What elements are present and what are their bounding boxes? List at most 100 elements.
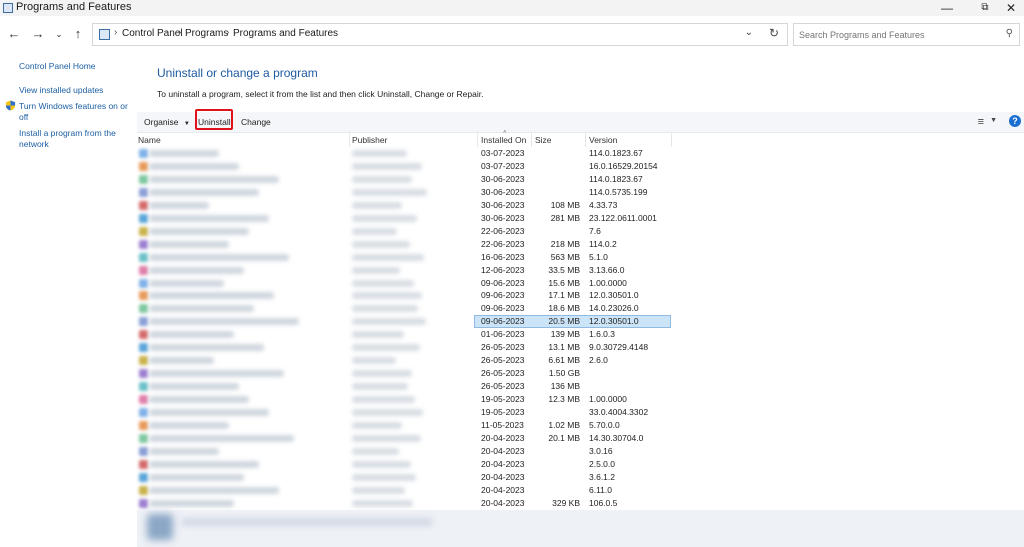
program-publisher-blurred bbox=[352, 305, 418, 313]
table-row[interactable]: 09-06-2023 15.6 MB 1.00.0000 bbox=[137, 277, 1024, 290]
size-cell: 20.1 MB bbox=[548, 432, 580, 443]
refresh-icon[interactable]: ↻ bbox=[769, 26, 779, 40]
title-bar: Programs and Features — ⧉ ✕ bbox=[0, 0, 1024, 16]
table-row[interactable]: 20-04-2023 3.0.16 bbox=[137, 445, 1024, 458]
table-row[interactable]: 03-07-2023 114.0.1823.67 bbox=[137, 147, 1024, 160]
table-row[interactable]: 19-05-2023 12.3 MB 1.00.0000 bbox=[137, 393, 1024, 406]
table-row[interactable]: 12-06-2023 33.5 MB 3.13.66.0 bbox=[137, 264, 1024, 277]
chevron-right-icon: › bbox=[178, 27, 182, 38]
program-icon bbox=[139, 446, 148, 456]
address-bar[interactable]: › Control Panel › Programs › Programs an… bbox=[92, 23, 788, 46]
installed-on-cell: 30-06-2023 bbox=[481, 173, 525, 184]
page-title: Uninstall or change a program bbox=[157, 66, 318, 80]
size-cell: 13.1 MB bbox=[548, 342, 580, 353]
program-publisher-blurred bbox=[352, 344, 420, 352]
chevron-down-icon[interactable]: ▼ bbox=[990, 117, 997, 124]
forward-arrow-icon[interactable]: → bbox=[30, 26, 46, 42]
program-name-blurred bbox=[149, 396, 249, 404]
table-row[interactable]: 20-04-2023 6.11.0 bbox=[137, 484, 1024, 497]
table-row[interactable]: 20-04-2023 20.1 MB 14.30.30704.0 bbox=[137, 432, 1024, 445]
program-publisher-blurred bbox=[352, 383, 408, 391]
breadcrumb-programs[interactable]: Programs bbox=[185, 28, 228, 39]
change-button[interactable]: Change bbox=[241, 117, 271, 127]
table-row[interactable]: 03-07-2023 16.0.16529.20154 bbox=[137, 160, 1024, 173]
table-row[interactable]: 30-06-2023 114.0.5735.199 bbox=[137, 186, 1024, 199]
program-list[interactable]: 03-07-2023 114.0.1823.67 03-07-2023 16.0.16… bbox=[137, 147, 1024, 510]
up-arrow-icon[interactable]: ↑ bbox=[70, 26, 86, 42]
table-row[interactable]: 09-06-2023 18.6 MB 14.0.23026.0 bbox=[137, 302, 1024, 315]
column-header-version[interactable]: Version bbox=[589, 135, 617, 145]
size-cell: 33.5 MB bbox=[548, 264, 580, 275]
table-row[interactable]: 11-05-2023 1.02 MB 5.70.0.0 bbox=[137, 419, 1024, 432]
program-name-blurred bbox=[149, 240, 229, 248]
program-icon bbox=[139, 356, 148, 366]
table-row[interactable]: 26-05-2023 6.61 MB 2.6.0 bbox=[137, 354, 1024, 367]
table-row[interactable]: 20-04-2023 2.5.0.0 bbox=[137, 458, 1024, 471]
column-divider[interactable] bbox=[531, 133, 532, 147]
version-cell: 23.122.0611.0001 bbox=[589, 212, 657, 223]
table-row[interactable]: 22-06-2023 218 MB 114.0.2 bbox=[137, 238, 1024, 251]
sidebar-link-windows-features-line1[interactable]: Turn Windows features on or bbox=[19, 101, 128, 112]
view-options-icon[interactable]: ≡ bbox=[978, 116, 984, 128]
table-row[interactable]: 01-06-2023 139 MB 1.6.0.3 bbox=[137, 328, 1024, 341]
size-cell: 20.5 MB bbox=[548, 316, 580, 327]
sidebar-link-view-installed-updates[interactable]: View installed updates bbox=[19, 85, 103, 96]
back-arrow-icon[interactable]: ← bbox=[6, 26, 22, 42]
column-header-publisher[interactable]: Publisher bbox=[352, 135, 387, 145]
organise-button[interactable]: Organise ▼ bbox=[144, 117, 190, 127]
program-icon bbox=[139, 420, 148, 430]
search-input[interactable] bbox=[799, 28, 989, 42]
chevron-down-icon[interactable]: ⌄ bbox=[745, 27, 753, 38]
table-row[interactable]: 30-06-2023 108 MB 4.33.73 bbox=[137, 199, 1024, 212]
table-row[interactable]: 20-04-2023 329 KB 106.0.5 bbox=[137, 497, 1024, 510]
sidebar-link-control-panel-home[interactable]: Control Panel Home bbox=[19, 61, 96, 72]
column-divider[interactable] bbox=[349, 133, 350, 147]
column-header-installed-on[interactable]: Installed On bbox=[481, 135, 526, 145]
chevron-down-icon: ▼ bbox=[183, 121, 190, 127]
breadcrumb-control-panel[interactable]: Control Panel bbox=[122, 28, 183, 39]
table-row[interactable]: 26-05-2023 1.50 GB bbox=[137, 367, 1024, 380]
program-name-blurred bbox=[149, 344, 264, 352]
table-row[interactable]: 16-06-2023 563 MB 5.1.0 bbox=[137, 251, 1024, 264]
search-box[interactable]: ⚲ bbox=[793, 23, 1020, 46]
sidebar-link-windows-features-line2[interactable]: off bbox=[19, 112, 28, 123]
table-row[interactable]: 09-06-2023 20.5 MB 12.0.30501.0 bbox=[137, 315, 1024, 329]
table-row[interactable]: 30-06-2023 114.0.1823.67 bbox=[137, 173, 1024, 186]
breadcrumb-programs-and-features[interactable]: Programs and Features bbox=[233, 28, 338, 39]
installed-on-cell: 03-07-2023 bbox=[481, 160, 525, 171]
program-icon bbox=[139, 174, 148, 184]
sidebar-link-install-from-network-line1[interactable]: Install a program from the bbox=[19, 128, 116, 139]
program-name-blurred bbox=[149, 447, 219, 455]
chevron-down-icon[interactable]: ⌄ bbox=[51, 26, 67, 42]
search-icon[interactable]: ⚲ bbox=[1006, 28, 1013, 39]
column-header-size[interactable]: Size bbox=[535, 135, 552, 145]
table-row[interactable]: 26-05-2023 13.1 MB 9.0.30729.4148 bbox=[137, 341, 1024, 354]
program-publisher-blurred bbox=[352, 188, 427, 196]
table-row[interactable]: 22-06-2023 7.6 bbox=[137, 225, 1024, 238]
column-divider[interactable] bbox=[477, 133, 478, 147]
table-row[interactable]: 30-06-2023 281 MB 23.122.0611.0001 bbox=[137, 212, 1024, 225]
installed-on-cell: 01-06-2023 bbox=[481, 329, 525, 340]
table-row[interactable]: 09-06-2023 17.1 MB 12.0.30501.0 bbox=[137, 289, 1024, 302]
size-cell: 218 MB bbox=[550, 238, 580, 249]
program-name-blurred bbox=[149, 409, 269, 416]
column-header-name[interactable]: Name bbox=[138, 135, 161, 145]
close-button[interactable]: ✕ bbox=[992, 0, 1024, 16]
table-row[interactable]: 26-05-2023 136 MB bbox=[137, 380, 1024, 393]
program-icon bbox=[147, 514, 173, 540]
page-description: To uninstall a program, select it from t… bbox=[157, 89, 484, 99]
minimize-button[interactable]: — bbox=[928, 0, 966, 16]
column-divider[interactable] bbox=[671, 133, 672, 147]
help-icon[interactable]: ? bbox=[1009, 115, 1021, 127]
sidebar-link-install-from-network-line2[interactable]: network bbox=[19, 139, 49, 150]
program-name-blurred bbox=[149, 499, 234, 507]
version-cell: 2.6.0 bbox=[589, 355, 608, 366]
table-row[interactable]: 20-04-2023 3.6.1.2 bbox=[137, 471, 1024, 484]
version-cell: 114.0.1823.67 bbox=[589, 173, 643, 184]
program-icon bbox=[139, 343, 148, 353]
size-cell: 281 MB bbox=[550, 212, 580, 223]
uninstall-button[interactable]: Uninstall bbox=[198, 117, 231, 127]
column-divider[interactable] bbox=[585, 133, 586, 147]
program-icon bbox=[139, 485, 148, 495]
table-row[interactable]: 19-05-2023 33.0.4004.3302 bbox=[137, 406, 1024, 419]
